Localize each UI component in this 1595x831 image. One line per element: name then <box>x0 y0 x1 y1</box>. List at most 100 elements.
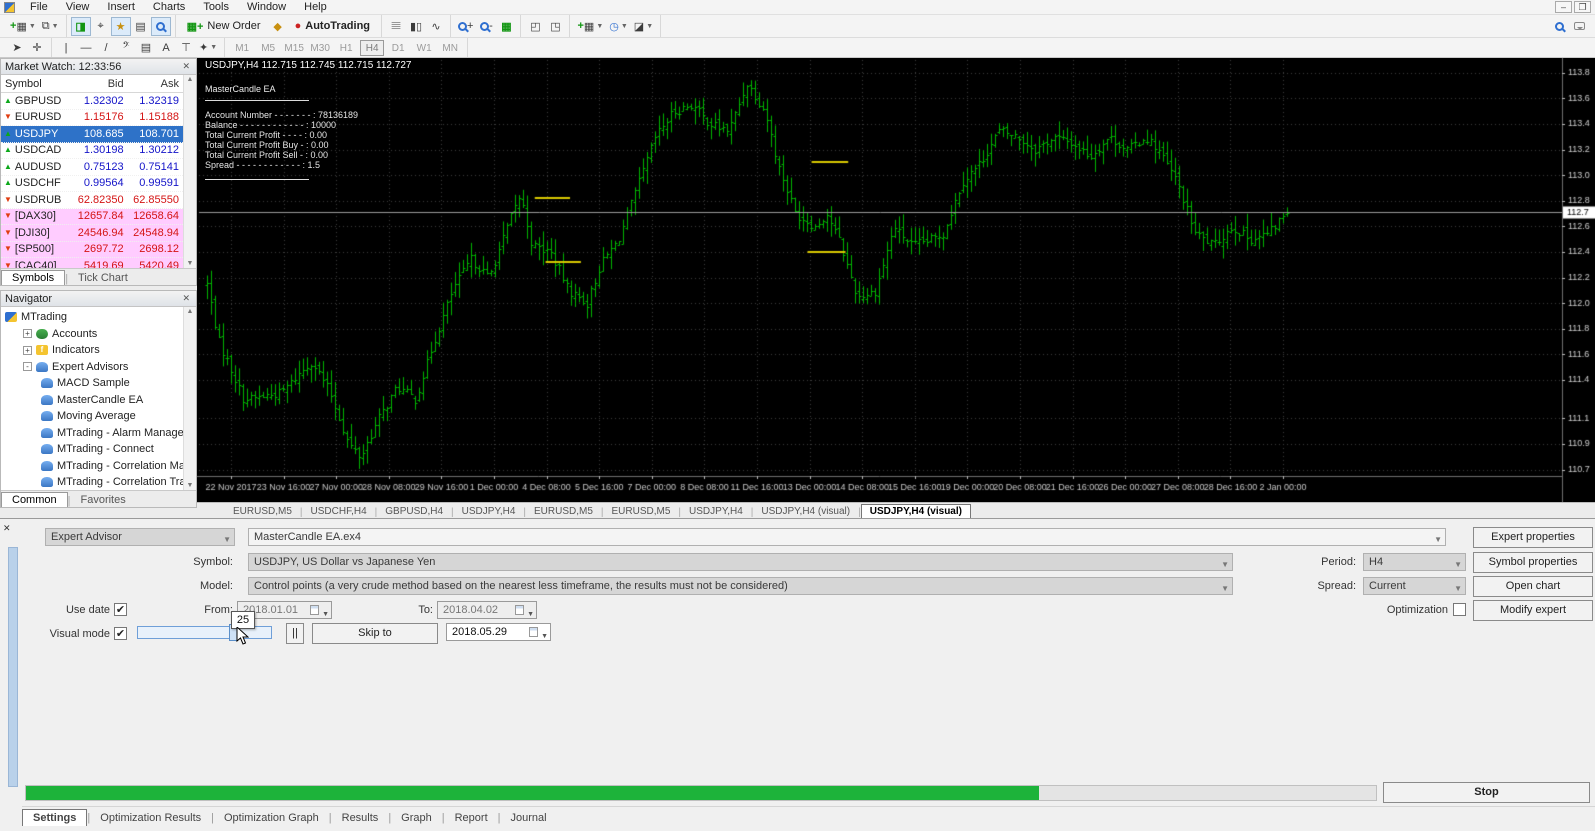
ea-type-select[interactable]: Expert Advisor ▼ <box>45 528 235 546</box>
tester-tab-journal[interactable]: Journal <box>501 810 557 826</box>
navigator-toggle-button[interactable]: ★ <box>110 16 131 36</box>
chart-tab-usdjpy-h4-visual-7[interactable]: USDJPY,H4 (visual) <box>753 505 858 518</box>
open-chart-button[interactable]: Open chart <box>1473 576 1593 597</box>
profiles-button[interactable]: ⧉ ▼ <box>39 17 62 36</box>
market-watch-row-audusd[interactable]: ▲ AUDUSD 0.75123 0.75141 <box>1 159 183 176</box>
autotrading-button[interactable]: ● AutoTrading <box>288 17 377 36</box>
price-chart-canvas[interactable] <box>197 58 1595 502</box>
market-watch-row-dji30[interactable]: ▼ [DJI30] 24546.94 24548.94 <box>1 225 183 242</box>
navigator-item-mtrading-connect[interactable]: MTrading - Connect <box>1 441 183 458</box>
to-date-field[interactable]: 2018.04.02 ▼ <box>437 601 537 619</box>
market-watch-row-usdcad[interactable]: ▲ USDCAD 1.30198 1.30212 <box>1 143 183 159</box>
restore-button[interactable]: ❐ <box>1574 1 1591 13</box>
tree-toggle-icon[interactable]: + <box>23 345 32 355</box>
timeframe-d1[interactable]: D1 <box>386 40 410 56</box>
market-watch-row-gbpusd[interactable]: ▲ GBPUSD 1.32302 1.32319 <box>1 93 183 110</box>
chart-tab-eurusd-m5-0[interactable]: EURUSD,M5 <box>225 505 300 518</box>
minimize-button[interactable]: – <box>1555 1 1572 13</box>
fibonacci-tool-button[interactable]: 𝄢 <box>116 38 136 57</box>
new-chart-button[interactable]: + ▦ ▼ <box>7 17 39 36</box>
menu-item-tools[interactable]: Tools <box>194 0 238 14</box>
zoom-out-button[interactable]: - <box>476 17 496 36</box>
model-select[interactable]: Control points (a very crude method base… <box>248 577 1233 595</box>
navigator-item-expert-advisors[interactable]: - Expert Advisors <box>1 359 183 376</box>
expert-properties-button[interactable]: Expert properties <box>1473 527 1593 548</box>
chart-tab-usdjpy-h4-visual-8[interactable]: USDJPY,H4 (visual) <box>860 504 971 518</box>
navigator-item-mtrading[interactable]: MTrading <box>1 309 183 326</box>
chart-tab-eurusd-m5-4[interactable]: EURUSD,M5 <box>526 505 601 518</box>
timeframe-m15[interactable]: M15 <box>282 40 306 56</box>
market-watch-row-cac40[interactable]: ▼ [CAC40] 5419.69 5420.49 <box>1 258 183 268</box>
market-watch-row-sp500[interactable]: ▼ [SP500] 2697.72 2698.12 <box>1 241 183 258</box>
arrange-left-button[interactable]: ◰ <box>525 17 545 36</box>
market-watch-row-usdchf[interactable]: ▲ USDCHF 0.99564 0.99591 <box>1 176 183 192</box>
navigator-item-macd-sample[interactable]: MACD Sample <box>1 375 183 392</box>
zoom-in-button[interactable]: + <box>455 17 476 36</box>
horizontal-line-tool-button[interactable]: — <box>76 38 96 57</box>
symbol-properties-button[interactable]: Symbol properties <box>1473 552 1593 573</box>
visual-mode-checkbox[interactable]: ✔ <box>114 627 127 640</box>
skip-to-date-field[interactable]: 2018.05.29 ▼ <box>446 623 551 641</box>
timeframe-w1[interactable]: W1 <box>412 40 436 56</box>
shapes-tool-button[interactable]: ✦ ▼ <box>196 38 220 57</box>
menu-item-help[interactable]: Help <box>295 0 336 14</box>
ea-file-select[interactable]: MasterCandle EA.ex4 ▼ <box>248 528 1446 546</box>
arrange-right-button[interactable]: ◳ <box>545 17 565 36</box>
tab-favorites[interactable]: Favorites <box>70 493 135 507</box>
symbol-select[interactable]: USDJPY, US Dollar vs Japanese Yen ▼ <box>248 553 1233 571</box>
tab-tick-chart[interactable]: Tick Chart <box>68 271 138 285</box>
chart-tab-gbpusd-h4-2[interactable]: GBPUSD,H4 <box>377 505 451 518</box>
scripts-icon[interactable]: ◆ <box>268 17 288 36</box>
tree-toggle-icon[interactable]: + <box>23 329 32 339</box>
periods-button[interactable]: ◷ ▼ <box>606 17 631 36</box>
close-icon[interactable]: ✕ <box>180 293 192 304</box>
navigator-item-mtrading-correlation-trac[interactable]: MTrading - Correlation Trac <box>1 474 183 490</box>
spread-select[interactable]: Current ▼ <box>1363 577 1466 595</box>
chart-tab-usdjpy-h4-3[interactable]: USDJPY,H4 <box>454 505 524 518</box>
optimization-checkbox[interactable] <box>1453 603 1466 616</box>
menu-item-window[interactable]: Window <box>238 0 295 14</box>
templates-button[interactable]: ◪ ▼ <box>631 17 656 36</box>
tester-tab-graph[interactable]: Graph <box>391 810 442 826</box>
navigator-item-mastercandle-ea[interactable]: MasterCandle EA <box>1 392 183 409</box>
pause-button[interactable]: || <box>286 623 304 644</box>
market-watch-row-dax30[interactable]: ▼ [DAX30] 12657.84 12658.64 <box>1 208 183 225</box>
strategy-tester-toggle-button[interactable] <box>150 16 171 36</box>
tile-windows-button[interactable]: ▦ <box>496 17 516 36</box>
terminal-toggle-button[interactable]: ▤ <box>131 17 151 36</box>
vertical-line-tool-button[interactable]: | <box>56 38 76 57</box>
close-icon[interactable]: ✕ <box>180 61 192 72</box>
stop-button[interactable]: Stop <box>1383 782 1590 803</box>
navigator-scrollbar[interactable]: ▲ ▼ <box>183 307 196 490</box>
candlestick-chart-button[interactable]: ▮▯ <box>406 17 426 36</box>
timeframe-m5[interactable]: M5 <box>256 40 280 56</box>
channels-tool-button[interactable]: ▤ <box>136 38 156 57</box>
market-watch-scrollbar[interactable]: ▲ ▼ <box>183 75 196 268</box>
tester-tab-report[interactable]: Report <box>445 810 498 826</box>
tester-tab-optimization-graph[interactable]: Optimization Graph <box>214 810 329 826</box>
bar-chart-button[interactable]: 𝄙 <box>386 17 406 36</box>
text-tool-button[interactable]: A <box>156 38 176 57</box>
market-watch-row-usdjpy[interactable]: ▲ USDJPY 108.685 108.701 <box>1 126 183 143</box>
modify-expert-button[interactable]: Modify expert <box>1473 600 1593 621</box>
menu-item-insert[interactable]: Insert <box>98 0 144 14</box>
navigator-item-indicators[interactable]: + f Indicators <box>1 342 183 359</box>
menu-item-file[interactable]: File <box>21 0 57 14</box>
indicators-button[interactable]: + ▦ ▼ <box>574 17 606 36</box>
close-icon[interactable]: ✕ <box>3 523 11 534</box>
new-order-button[interactable]: ▦+ New Order <box>180 17 268 36</box>
market-watch-row-usdrub[interactable]: ▼ USDRUB 62.82350 62.85550 <box>1 192 183 209</box>
timeframe-mn[interactable]: MN <box>438 40 462 56</box>
chart-tab-usdjpy-h4-6[interactable]: USDJPY,H4 <box>681 505 751 518</box>
chat-icon[interactable] <box>1574 22 1585 30</box>
tab-common[interactable]: Common <box>1 492 68 507</box>
tester-tab-optimization-results[interactable]: Optimization Results <box>90 810 211 826</box>
navigator-item-mtrading-alarm-manager[interactable]: MTrading - Alarm Manager <box>1 425 183 442</box>
navigator-item-accounts[interactable]: + Accounts <box>1 326 183 343</box>
trendline-tool-button[interactable]: / <box>96 38 116 57</box>
timeframe-m1[interactable]: M1 <box>230 40 254 56</box>
tree-toggle-icon[interactable]: - <box>23 362 32 372</box>
timeframe-h4[interactable]: H4 <box>360 39 385 56</box>
timeframe-m30[interactable]: M30 <box>308 40 332 56</box>
skip-to-button[interactable]: Skip to <box>312 623 438 644</box>
